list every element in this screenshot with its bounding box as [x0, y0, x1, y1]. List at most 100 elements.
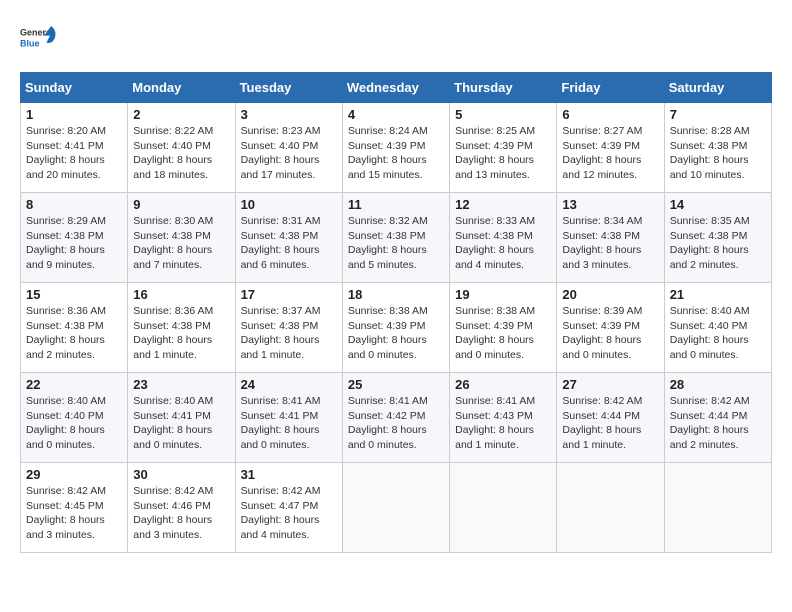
day-detail: Sunrise: 8:38 AM Sunset: 4:39 PM Dayligh…: [455, 304, 551, 363]
day-number: 11: [348, 197, 444, 212]
calendar-cell: 6 Sunrise: 8:27 AM Sunset: 4:39 PM Dayli…: [557, 103, 664, 193]
day-number: 2: [133, 107, 229, 122]
day-number: 9: [133, 197, 229, 212]
day-detail: Sunrise: 8:41 AM Sunset: 4:42 PM Dayligh…: [348, 394, 444, 453]
calendar-week-1: 1 Sunrise: 8:20 AM Sunset: 4:41 PM Dayli…: [21, 103, 772, 193]
day-number: 24: [241, 377, 337, 392]
day-detail: Sunrise: 8:33 AM Sunset: 4:38 PM Dayligh…: [455, 214, 551, 273]
calendar-cell: [450, 463, 557, 553]
day-number: 10: [241, 197, 337, 212]
weekday-header-friday: Friday: [557, 73, 664, 103]
calendar-cell: 8 Sunrise: 8:29 AM Sunset: 4:38 PM Dayli…: [21, 193, 128, 283]
day-number: 16: [133, 287, 229, 302]
day-number: 20: [562, 287, 658, 302]
calendar-cell: 30 Sunrise: 8:42 AM Sunset: 4:46 PM Dayl…: [128, 463, 235, 553]
calendar-cell: 12 Sunrise: 8:33 AM Sunset: 4:38 PM Dayl…: [450, 193, 557, 283]
day-number: 28: [670, 377, 766, 392]
weekday-header-monday: Monday: [128, 73, 235, 103]
calendar-cell: 9 Sunrise: 8:30 AM Sunset: 4:38 PM Dayli…: [128, 193, 235, 283]
day-number: 30: [133, 467, 229, 482]
calendar-cell: 19 Sunrise: 8:38 AM Sunset: 4:39 PM Dayl…: [450, 283, 557, 373]
day-number: 27: [562, 377, 658, 392]
day-number: 18: [348, 287, 444, 302]
day-detail: Sunrise: 8:34 AM Sunset: 4:38 PM Dayligh…: [562, 214, 658, 273]
day-detail: Sunrise: 8:30 AM Sunset: 4:38 PM Dayligh…: [133, 214, 229, 273]
calendar-week-2: 8 Sunrise: 8:29 AM Sunset: 4:38 PM Dayli…: [21, 193, 772, 283]
weekday-header-wednesday: Wednesday: [342, 73, 449, 103]
calendar-cell: 15 Sunrise: 8:36 AM Sunset: 4:38 PM Dayl…: [21, 283, 128, 373]
day-detail: Sunrise: 8:41 AM Sunset: 4:41 PM Dayligh…: [241, 394, 337, 453]
day-detail: Sunrise: 8:24 AM Sunset: 4:39 PM Dayligh…: [348, 124, 444, 183]
day-detail: Sunrise: 8:36 AM Sunset: 4:38 PM Dayligh…: [26, 304, 122, 363]
day-detail: Sunrise: 8:41 AM Sunset: 4:43 PM Dayligh…: [455, 394, 551, 453]
calendar-cell: 23 Sunrise: 8:40 AM Sunset: 4:41 PM Dayl…: [128, 373, 235, 463]
day-number: 6: [562, 107, 658, 122]
calendar-cell: 17 Sunrise: 8:37 AM Sunset: 4:38 PM Dayl…: [235, 283, 342, 373]
calendar-cell: 20 Sunrise: 8:39 AM Sunset: 4:39 PM Dayl…: [557, 283, 664, 373]
page-header: General Blue: [20, 20, 772, 56]
day-detail: Sunrise: 8:40 AM Sunset: 4:40 PM Dayligh…: [26, 394, 122, 453]
day-detail: Sunrise: 8:42 AM Sunset: 4:46 PM Dayligh…: [133, 484, 229, 543]
day-detail: Sunrise: 8:25 AM Sunset: 4:39 PM Dayligh…: [455, 124, 551, 183]
calendar-cell: 3 Sunrise: 8:23 AM Sunset: 4:40 PM Dayli…: [235, 103, 342, 193]
day-number: 5: [455, 107, 551, 122]
day-detail: Sunrise: 8:40 AM Sunset: 4:41 PM Dayligh…: [133, 394, 229, 453]
day-number: 12: [455, 197, 551, 212]
day-number: 7: [670, 107, 766, 122]
day-detail: Sunrise: 8:32 AM Sunset: 4:38 PM Dayligh…: [348, 214, 444, 273]
day-detail: Sunrise: 8:28 AM Sunset: 4:38 PM Dayligh…: [670, 124, 766, 183]
calendar-cell: 27 Sunrise: 8:42 AM Sunset: 4:44 PM Dayl…: [557, 373, 664, 463]
calendar-cell: 21 Sunrise: 8:40 AM Sunset: 4:40 PM Dayl…: [664, 283, 771, 373]
day-detail: Sunrise: 8:31 AM Sunset: 4:38 PM Dayligh…: [241, 214, 337, 273]
calendar-cell: 11 Sunrise: 8:32 AM Sunset: 4:38 PM Dayl…: [342, 193, 449, 283]
day-detail: Sunrise: 8:36 AM Sunset: 4:38 PM Dayligh…: [133, 304, 229, 363]
calendar-cell: 1 Sunrise: 8:20 AM Sunset: 4:41 PM Dayli…: [21, 103, 128, 193]
calendar-cell: 5 Sunrise: 8:25 AM Sunset: 4:39 PM Dayli…: [450, 103, 557, 193]
day-detail: Sunrise: 8:42 AM Sunset: 4:45 PM Dayligh…: [26, 484, 122, 543]
calendar-cell: 31 Sunrise: 8:42 AM Sunset: 4:47 PM Dayl…: [235, 463, 342, 553]
calendar-cell: 18 Sunrise: 8:38 AM Sunset: 4:39 PM Dayl…: [342, 283, 449, 373]
weekday-header-sunday: Sunday: [21, 73, 128, 103]
calendar-cell: 28 Sunrise: 8:42 AM Sunset: 4:44 PM Dayl…: [664, 373, 771, 463]
day-detail: Sunrise: 8:29 AM Sunset: 4:38 PM Dayligh…: [26, 214, 122, 273]
day-number: 31: [241, 467, 337, 482]
day-detail: Sunrise: 8:40 AM Sunset: 4:40 PM Dayligh…: [670, 304, 766, 363]
day-detail: Sunrise: 8:42 AM Sunset: 4:44 PM Dayligh…: [670, 394, 766, 453]
day-number: 13: [562, 197, 658, 212]
weekday-header-thursday: Thursday: [450, 73, 557, 103]
calendar-cell: [342, 463, 449, 553]
day-detail: Sunrise: 8:23 AM Sunset: 4:40 PM Dayligh…: [241, 124, 337, 183]
day-number: 22: [26, 377, 122, 392]
calendar-cell: 13 Sunrise: 8:34 AM Sunset: 4:38 PM Dayl…: [557, 193, 664, 283]
day-number: 3: [241, 107, 337, 122]
day-detail: Sunrise: 8:35 AM Sunset: 4:38 PM Dayligh…: [670, 214, 766, 273]
day-number: 15: [26, 287, 122, 302]
weekday-header-tuesday: Tuesday: [235, 73, 342, 103]
weekday-header-saturday: Saturday: [664, 73, 771, 103]
day-detail: Sunrise: 8:27 AM Sunset: 4:39 PM Dayligh…: [562, 124, 658, 183]
day-detail: Sunrise: 8:38 AM Sunset: 4:39 PM Dayligh…: [348, 304, 444, 363]
day-number: 1: [26, 107, 122, 122]
calendar-cell: 29 Sunrise: 8:42 AM Sunset: 4:45 PM Dayl…: [21, 463, 128, 553]
day-number: 14: [670, 197, 766, 212]
day-number: 29: [26, 467, 122, 482]
day-detail: Sunrise: 8:42 AM Sunset: 4:47 PM Dayligh…: [241, 484, 337, 543]
logo: General Blue: [20, 20, 56, 56]
calendar-cell: 16 Sunrise: 8:36 AM Sunset: 4:38 PM Dayl…: [128, 283, 235, 373]
calendar-week-3: 15 Sunrise: 8:36 AM Sunset: 4:38 PM Dayl…: [21, 283, 772, 373]
calendar-week-5: 29 Sunrise: 8:42 AM Sunset: 4:45 PM Dayl…: [21, 463, 772, 553]
calendar-cell: [557, 463, 664, 553]
logo-svg: General Blue: [20, 20, 56, 56]
day-number: 8: [26, 197, 122, 212]
calendar-cell: 2 Sunrise: 8:22 AM Sunset: 4:40 PM Dayli…: [128, 103, 235, 193]
calendar-cell: 14 Sunrise: 8:35 AM Sunset: 4:38 PM Dayl…: [664, 193, 771, 283]
calendar-cell: [664, 463, 771, 553]
calendar-cell: 24 Sunrise: 8:41 AM Sunset: 4:41 PM Dayl…: [235, 373, 342, 463]
calendar-cell: 4 Sunrise: 8:24 AM Sunset: 4:39 PM Dayli…: [342, 103, 449, 193]
calendar-cell: 25 Sunrise: 8:41 AM Sunset: 4:42 PM Dayl…: [342, 373, 449, 463]
day-number: 25: [348, 377, 444, 392]
day-detail: Sunrise: 8:42 AM Sunset: 4:44 PM Dayligh…: [562, 394, 658, 453]
day-detail: Sunrise: 8:22 AM Sunset: 4:40 PM Dayligh…: [133, 124, 229, 183]
day-number: 17: [241, 287, 337, 302]
day-number: 26: [455, 377, 551, 392]
